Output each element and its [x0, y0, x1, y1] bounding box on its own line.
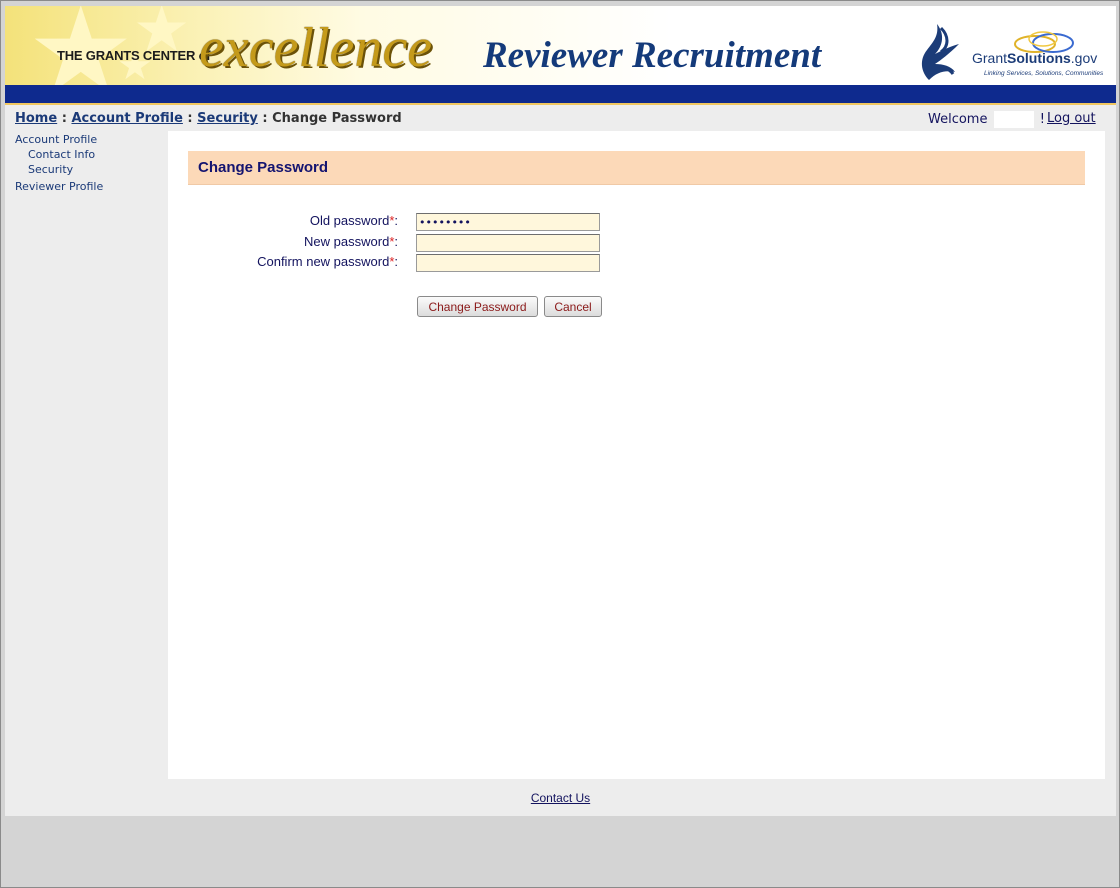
welcome-suffix: !	[1039, 112, 1045, 127]
page-title: Change Password	[198, 159, 329, 176]
breadcrumb: Home : Account Profile : Security : Chan…	[15, 111, 402, 126]
welcome-message: Welcome !	[928, 111, 1045, 128]
old-password-label: Old password*:	[309, 213, 398, 228]
app-window: ★ ★ ★ THE GRANTS CENTER of excellence Re…	[0, 0, 1120, 888]
breadcrumb-separator: :	[257, 111, 273, 126]
confirm-password-input[interactable]	[416, 254, 600, 272]
grants-center-text: THE GRANTS CENTER of	[57, 48, 211, 63]
app-title: Reviewer Recruitment	[483, 35, 822, 76]
excellence-logo-text: excellence	[199, 17, 433, 79]
sidebar-item-account-profile[interactable]: Account Profile	[15, 132, 165, 147]
sidebar-item-contact-info[interactable]: Contact Info	[15, 147, 165, 162]
change-password-button[interactable]: Change Password	[417, 296, 538, 317]
sidebar-item-security[interactable]: Security	[15, 162, 165, 177]
breadcrumb-account-profile-link[interactable]: Account Profile	[71, 111, 182, 126]
breadcrumb-home-link[interactable]: Home	[15, 111, 57, 126]
page-area: Home : Account Profile : Security : Chan…	[5, 105, 1116, 816]
old-password-row: Old password*:	[168, 213, 668, 231]
cancel-button[interactable]: Cancel	[544, 296, 602, 317]
contact-us-link[interactable]: Contact Us	[5, 791, 1116, 805]
confirm-password-row: Confirm new password*:	[168, 254, 668, 272]
user-name-box	[993, 111, 1034, 128]
new-password-input[interactable]	[416, 234, 600, 252]
main-content: Change Password Old password*: New passw…	[168, 131, 1105, 779]
welcome-label: Welcome	[928, 112, 988, 127]
sidebar-item-reviewer-profile[interactable]: Reviewer Profile	[15, 179, 165, 194]
breadcrumb-security-link[interactable]: Security	[197, 111, 258, 126]
new-password-label: New password*:	[304, 234, 398, 249]
sidebar-nav: Account Profile Contact Info Security Re…	[15, 132, 165, 194]
section-header: Change Password	[188, 151, 1085, 185]
logout-link[interactable]: Log out	[1047, 111, 1096, 126]
grantsolutions-name: GrantSolutions.gov	[972, 50, 1098, 66]
confirm-password-label: Confirm new password*:	[257, 254, 398, 269]
banner-nav-bar	[5, 85, 1116, 105]
new-password-row: New password*:	[168, 234, 668, 252]
breadcrumb-current: Change Password	[272, 111, 402, 126]
grantsolutions-tagline: Linking Services, Solutions, Communities	[984, 70, 1104, 77]
breadcrumb-separator: :	[182, 111, 198, 126]
old-password-input[interactable]	[416, 213, 600, 231]
breadcrumb-separator: :	[57, 111, 72, 126]
site-banner: ★ ★ ★ THE GRANTS CENTER of excellence Re…	[5, 6, 1116, 85]
